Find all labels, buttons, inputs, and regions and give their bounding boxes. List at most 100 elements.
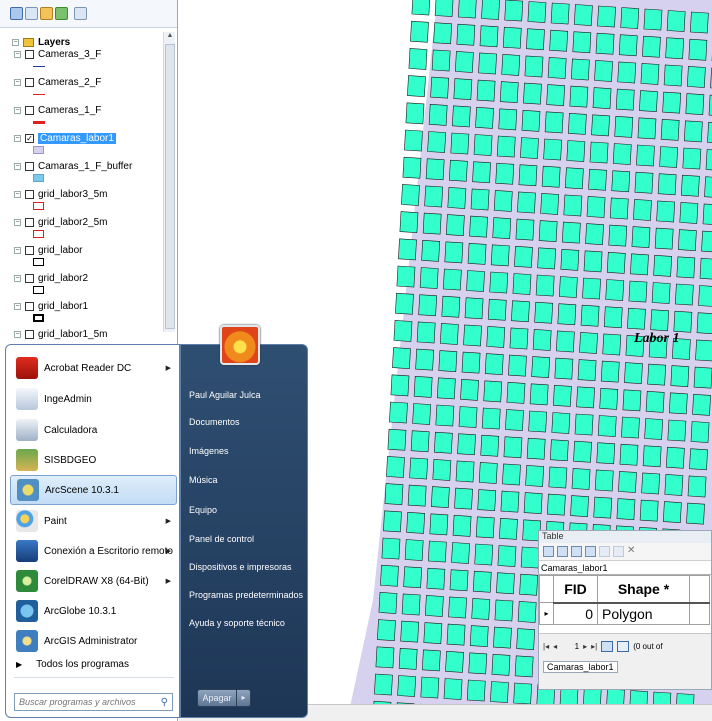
column-header-fid[interactable]: FID: [553, 575, 598, 604]
program-item[interactable]: Conexión a Escritorio remoto ▶: [10, 536, 177, 566]
first-record-icon[interactable]: |◂: [543, 642, 549, 651]
start-menu-link[interactable]: Equipo: [189, 505, 217, 515]
collapse-icon[interactable]: −: [14, 190, 21, 198]
zoom-to-selected-icon[interactable]: [613, 546, 624, 557]
visibility-checkbox[interactable]: [25, 301, 34, 311]
table-layer-tab[interactable]: Camaras_labor1: [539, 561, 711, 575]
start-menu-link[interactable]: Dispositivos e impresoras: [189, 562, 292, 572]
visibility-checkbox[interactable]: [25, 245, 34, 255]
layer-row[interactable]: − grid_labor1_5m: [14, 328, 108, 340]
column-header-shape[interactable]: Shape *: [597, 575, 690, 604]
column-header-more[interactable]: [689, 575, 710, 604]
toc-scrollbar[interactable]: ▲: [163, 32, 175, 332]
program-item[interactable]: IngeAdmin: [10, 384, 177, 414]
start-menu-link[interactable]: Panel de control: [189, 534, 254, 544]
visibility-checkbox[interactable]: [25, 273, 34, 283]
record-number[interactable]: 1: [561, 642, 579, 651]
program-item[interactable]: ArcGlobe 10.3.1: [10, 596, 177, 626]
program-item[interactable]: Calculadora: [10, 415, 177, 445]
last-record-icon[interactable]: ▸|: [591, 642, 597, 651]
collapse-icon[interactable]: −: [14, 50, 21, 58]
select-by-attributes-icon[interactable]: [571, 546, 582, 557]
program-item[interactable]: Acrobat Reader DC ▶: [10, 353, 177, 383]
clear-selection-icon[interactable]: [599, 546, 610, 557]
scroll-thumb[interactable]: [165, 44, 175, 329]
switch-selection-icon[interactable]: [585, 546, 596, 557]
visibility-checkbox[interactable]: [25, 189, 34, 199]
program-item[interactable]: Paint ▶: [10, 506, 177, 536]
layer-row[interactable]: − ✓ Camaras_labor1: [14, 132, 116, 144]
program-item[interactable]: CorelDRAW X8 (64-Bit) ▶: [10, 566, 177, 596]
layer-row[interactable]: − grid_labor1: [14, 300, 88, 312]
start-menu-link[interactable]: Ayuda y soporte técnico: [189, 618, 285, 628]
related-tables-icon[interactable]: [557, 546, 568, 557]
start-menu-link[interactable]: Programas predeterminados: [189, 590, 303, 600]
all-programs[interactable]: ▶ Todos los programas: [16, 659, 129, 670]
layer-row[interactable]: − Camaras_1_F_buffer: [14, 160, 132, 172]
list-by-source-icon[interactable]: [25, 7, 38, 20]
layer-row[interactable]: − grid_labor2_5m: [14, 216, 108, 228]
collapse-icon[interactable]: −: [14, 162, 21, 170]
visibility-checkbox[interactable]: [25, 329, 34, 339]
layer-name[interactable]: grid_labor1_5m: [38, 329, 108, 340]
collapse-icon[interactable]: −: [14, 274, 21, 282]
collapse-icon[interactable]: −: [14, 330, 21, 338]
layer-name[interactable]: Cameras_2_F: [38, 77, 101, 88]
start-menu-link[interactable]: Paul Aguilar Julca: [189, 390, 261, 400]
collapse-icon[interactable]: −: [14, 106, 21, 114]
layer-row[interactable]: − grid_labor2: [14, 272, 88, 284]
layer-name[interactable]: Camaras_1_F_buffer: [38, 161, 132, 172]
list-by-visibility-icon[interactable]: [40, 7, 53, 20]
program-item[interactable]: SISBDGEO: [10, 445, 177, 475]
program-item[interactable]: ArcScene 10.3.1: [10, 475, 177, 505]
user-avatar[interactable]: [220, 325, 260, 365]
previous-record-icon[interactable]: ◂: [553, 642, 557, 651]
layer-row[interactable]: − Cameras_2_F: [14, 76, 101, 88]
row-selector-icon[interactable]: ▸: [539, 602, 554, 625]
start-menu-link[interactable]: Documentos: [189, 417, 240, 427]
delete-selected-icon[interactable]: ✕: [627, 546, 638, 557]
search-box[interactable]: ⚲: [14, 693, 173, 711]
search-input[interactable]: [19, 697, 149, 707]
shutdown-options-icon[interactable]: ▸: [237, 689, 251, 707]
layer-row[interactable]: − Cameras_1_F: [14, 104, 101, 116]
collapse-icon[interactable]: −: [12, 38, 19, 46]
layer-name[interactable]: Cameras_1_F: [38, 105, 101, 116]
layer-row[interactable]: − grid_labor: [14, 244, 82, 256]
table-bottom-tab[interactable]: Camaras_labor1: [543, 661, 618, 673]
start-menu-link[interactable]: Imágenes: [189, 446, 229, 456]
next-record-icon[interactable]: ▸: [583, 642, 587, 651]
collapse-icon[interactable]: −: [14, 134, 21, 142]
layer-name[interactable]: grid_labor2_5m: [38, 217, 108, 228]
layer-name[interactable]: Camaras_labor1: [38, 132, 116, 144]
layer-row[interactable]: − Cameras_3_F: [14, 48, 101, 60]
visibility-checkbox[interactable]: [25, 77, 34, 87]
table-row[interactable]: ▸ 0 Polygon: [539, 602, 710, 625]
collapse-icon[interactable]: −: [14, 78, 21, 86]
layer-name[interactable]: grid_labor3_5m: [38, 189, 108, 200]
start-menu-link[interactable]: Música: [189, 475, 218, 485]
layer-name[interactable]: grid_labor2: [38, 273, 88, 284]
list-by-drawing-order-icon[interactable]: [10, 7, 23, 20]
scroll-up-icon[interactable]: ▲: [165, 32, 175, 43]
visibility-checkbox[interactable]: [25, 105, 34, 115]
search-icon[interactable]: ⚲: [161, 697, 168, 708]
layers-root[interactable]: − Layers: [12, 36, 70, 48]
list-by-selection-icon[interactable]: [55, 7, 68, 20]
program-item[interactable]: ArcGIS Administrator: [10, 626, 177, 656]
shutdown-button[interactable]: Apagar: [197, 689, 237, 707]
collapse-icon[interactable]: −: [14, 246, 21, 254]
visibility-checkbox[interactable]: [25, 161, 34, 171]
options-icon[interactable]: [74, 7, 87, 20]
show-all-records-icon[interactable]: [601, 641, 614, 652]
collapse-icon[interactable]: −: [14, 218, 21, 226]
visibility-checkbox[interactable]: [25, 217, 34, 227]
show-selected-records-icon[interactable]: [617, 641, 630, 652]
table-options-icon[interactable]: [543, 546, 554, 557]
layer-name[interactable]: Cameras_3_F: [38, 49, 101, 60]
layer-name[interactable]: grid_labor1: [38, 301, 88, 312]
visibility-checkbox[interactable]: [25, 49, 34, 59]
layer-name[interactable]: grid_labor: [38, 245, 82, 256]
collapse-icon[interactable]: −: [14, 302, 21, 310]
visibility-checkbox[interactable]: ✓: [25, 133, 34, 143]
